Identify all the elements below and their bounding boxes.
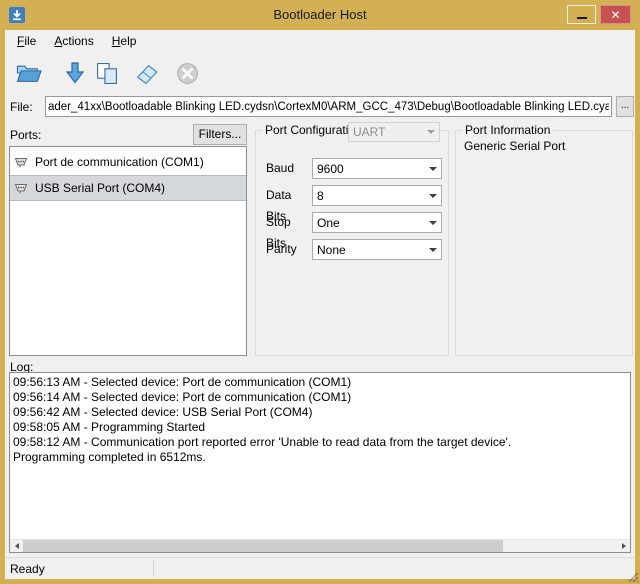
log-lines: 09:56:13 AM - Selected device: Port de c… [13,375,627,538]
port-list-item-com4[interactable]: USB Serial Port (COM4) [10,175,246,201]
serial-port-icon [14,182,29,195]
statusbar: Ready [5,557,635,579]
data-bits-select[interactable]: 8 [312,185,442,206]
minimize-icon [577,17,587,19]
chevron-down-icon [425,167,441,171]
verify-pages-icon [95,62,119,85]
scrollbar-thumb[interactable] [23,540,503,552]
port-type-select: UART [348,122,440,142]
abort-icon [176,62,199,85]
open-folder-icon [15,62,43,84]
minimize-button[interactable] [567,5,596,24]
log-line: 09:58:12 AM - Communication port reporte… [13,435,627,450]
ports-label: Ports: [10,128,41,142]
program-button[interactable] [59,56,91,90]
port-information-group: Port Information Generic Serial Port [455,130,633,356]
log-horizontal-scrollbar[interactable] [10,539,630,552]
stop-bits-value: One [313,216,425,230]
log-line: 09:56:14 AM - Selected device: Port de c… [13,390,627,405]
file-label: File: [10,100,33,114]
scroll-left-arrow-icon[interactable] [10,540,23,552]
log-output[interactable]: 09:56:13 AM - Selected device: Port de c… [9,372,631,553]
filters-button[interactable]: Filters... [193,124,247,145]
menu-actions[interactable]: Actions [45,31,102,51]
baud-label: Baud [266,158,312,179]
log-line: 09:56:13 AM - Selected device: Port de c… [13,375,627,390]
data-bits-value: 8 [313,189,425,203]
menu-help[interactable]: Help [103,31,146,51]
serial-port-icon [14,156,29,169]
window-content: File Actions Help [5,30,635,579]
resize-grip[interactable] [625,569,639,583]
menubar: File Actions Help [5,30,635,52]
port-item-label: Port de communication (COM1) [35,155,204,169]
parity-label: Parity [266,239,312,260]
port-list-item-com1[interactable]: Port de communication (COM1) [10,149,246,175]
menu-file[interactable]: File [8,31,45,51]
window-title: Bootloader Host [0,7,640,22]
close-button[interactable]: ✕ [600,5,631,24]
erase-button[interactable] [131,56,163,90]
scroll-right-arrow-icon[interactable] [617,540,630,552]
browse-button[interactable]: ... [616,96,634,117]
abort-button [171,56,203,90]
status-divider [153,560,154,577]
toolbar [5,52,635,94]
chevron-down-icon [423,130,439,134]
parity-value: None [313,243,425,257]
port-item-label: USB Serial Port (COM4) [35,181,165,195]
program-arrow-icon [65,61,85,85]
chevron-down-icon [425,221,441,225]
close-icon: ✕ [610,8,620,22]
port-information-label: Port Information [462,123,553,137]
log-line: Programming completed in 6512ms. [13,450,627,465]
open-file-button[interactable] [13,56,45,90]
log-line: 09:58:05 AM - Programming Started [13,420,627,435]
erase-icon [134,62,160,85]
parity-select[interactable]: None [312,239,442,260]
stop-bits-select[interactable]: One [312,212,442,233]
chevron-down-icon [425,248,441,252]
app-window: Bootloader Host ✕ File Actions Help [0,0,640,584]
baud-value: 9600 [313,162,425,176]
baud-select[interactable]: 9600 [312,158,442,179]
titlebar[interactable]: Bootloader Host ✕ [0,0,640,30]
ports-list[interactable]: Port de communication (COM1) USB Serial … [9,146,247,356]
port-type-value: UART [349,125,423,139]
log-line: 09:56:42 AM - Selected device: USB Seria… [13,405,627,420]
port-configuration-group: Port Configuration UART Baud 9600 Data B… [255,130,449,356]
status-text: Ready [10,562,45,576]
file-path-input[interactable] [45,96,612,117]
verify-button[interactable] [91,56,123,90]
port-information-value: Generic Serial Port [464,139,565,153]
chevron-down-icon [425,194,441,198]
